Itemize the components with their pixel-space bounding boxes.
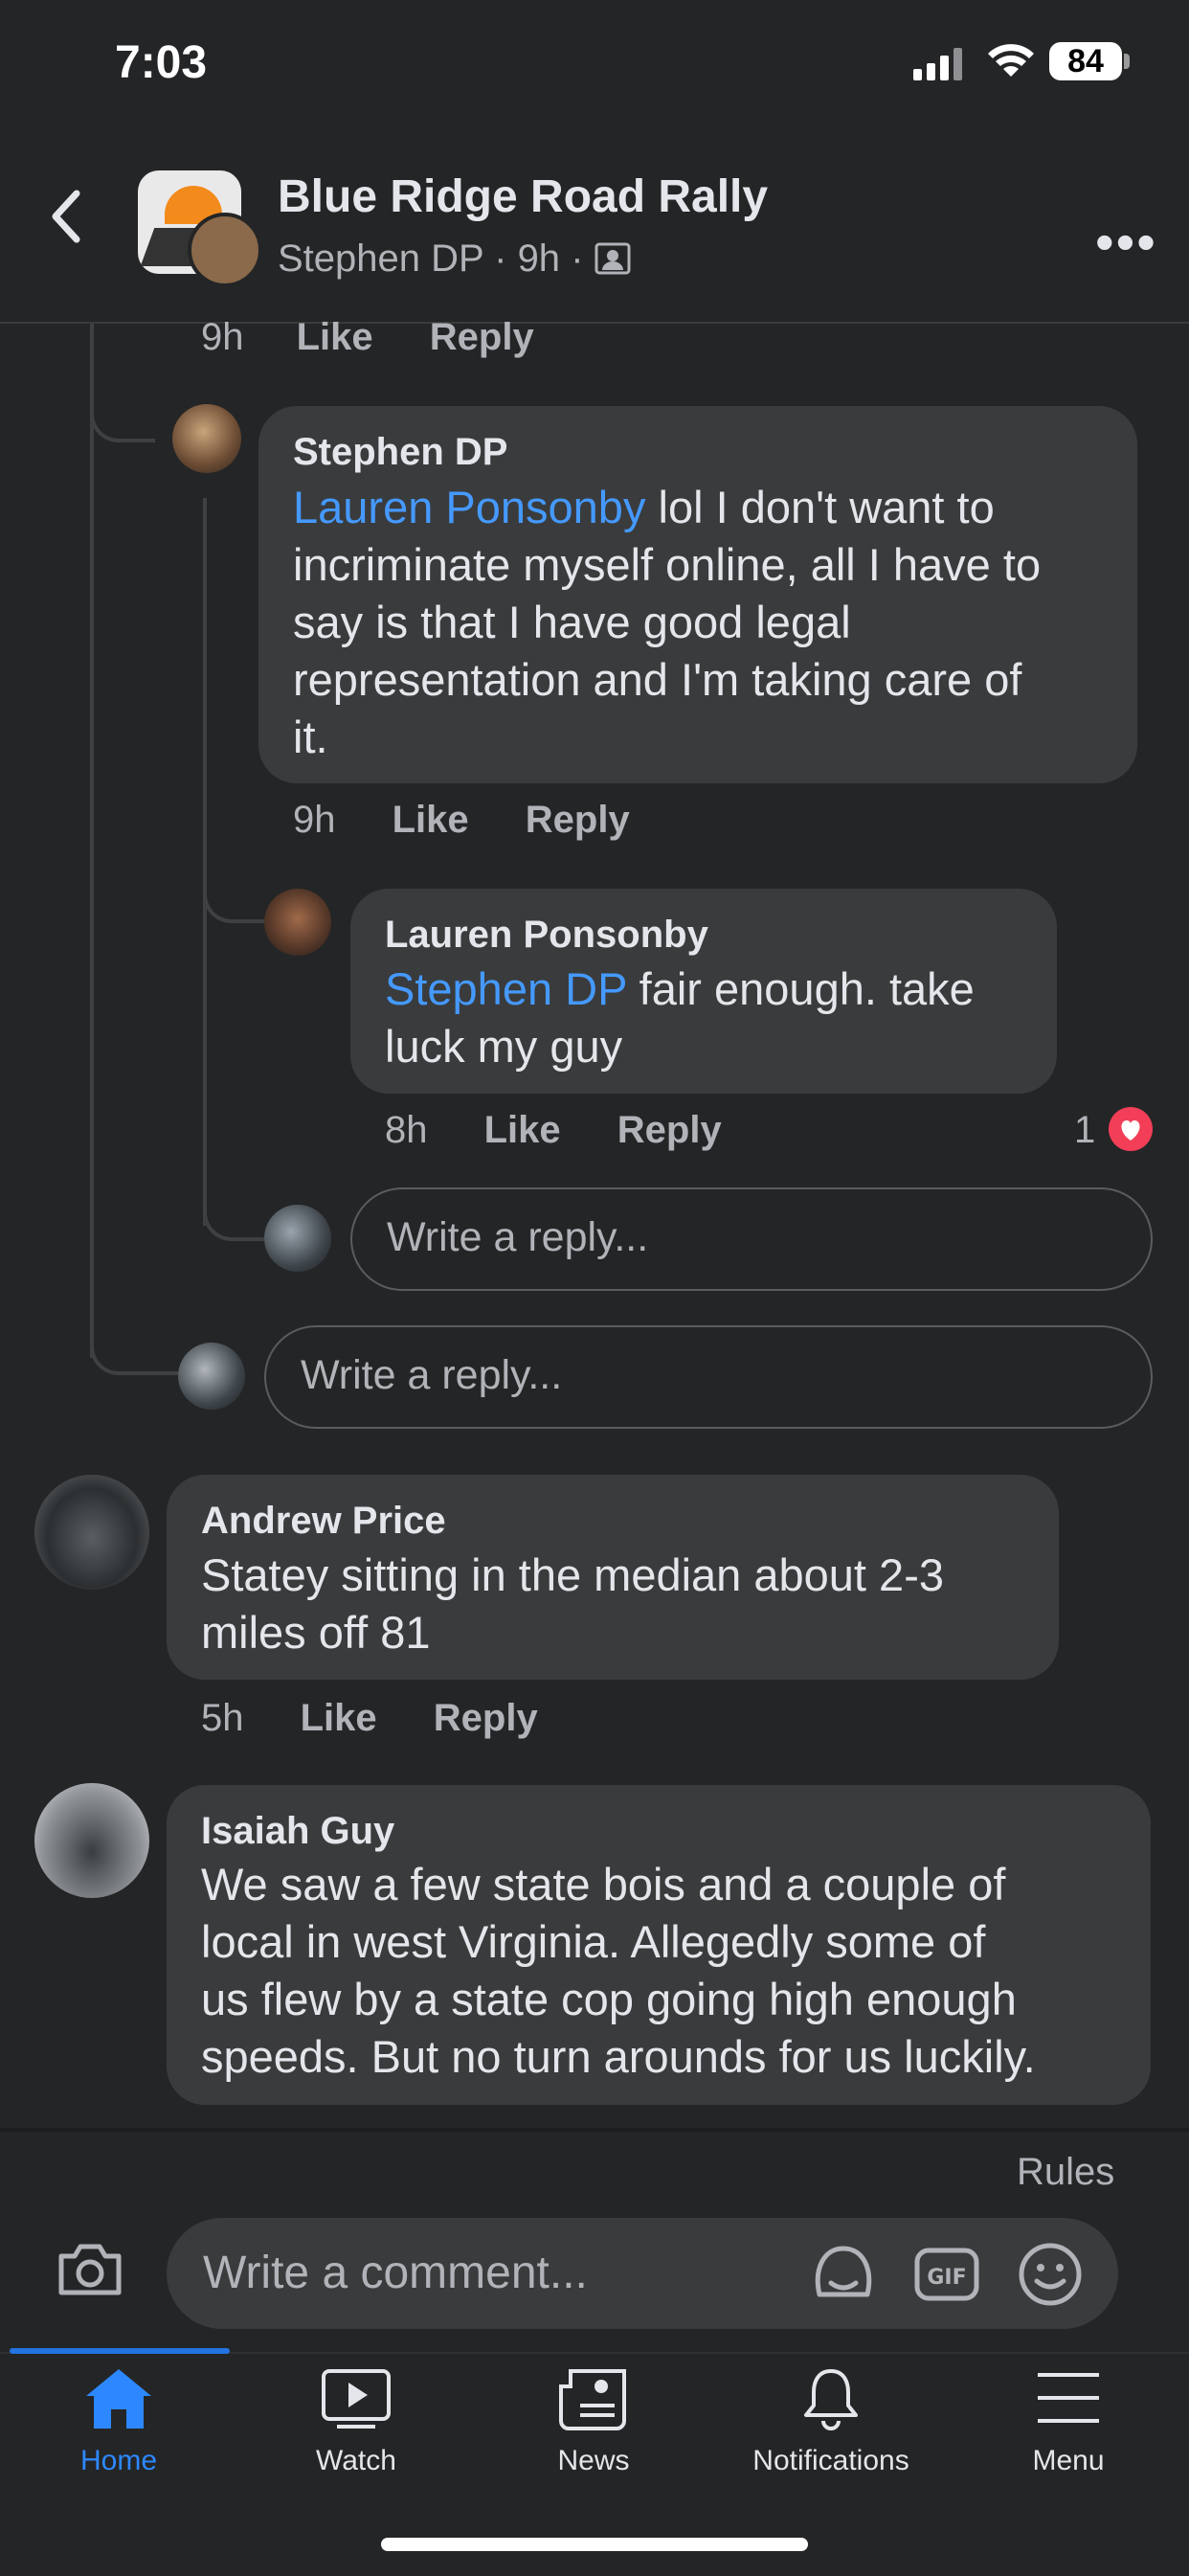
reply-button[interactable]: Reply <box>430 316 534 358</box>
mention-link[interactable]: Lauren Ponsonby <box>293 482 645 532</box>
comment-time: 8h <box>385 1109 428 1151</box>
comment-author[interactable]: Stephen DP <box>293 431 507 474</box>
reply-input[interactable]: Write a reply... <box>264 1325 1153 1429</box>
comment-meta: 5h Like Reply <box>201 1697 538 1740</box>
my-avatar <box>264 1205 331 1272</box>
reply-button[interactable]: Reply <box>617 1109 722 1151</box>
wifi-icon <box>988 44 1034 77</box>
comment-meta: 9h Like Reply <box>201 316 534 359</box>
like-button[interactable]: Like <box>301 1697 377 1739</box>
avatar[interactable] <box>34 1783 149 1898</box>
mention-link[interactable]: Stephen DP <box>385 963 627 1014</box>
post-subtitle: Stephen DP · 9h · <box>278 237 631 281</box>
bell-icon <box>804 2369 858 2430</box>
text-line: us flew by a state cop going high enough <box>201 1974 1017 2024</box>
comment-text: Stephen DP fair enough. take luck my guy <box>385 960 1045 1075</box>
rules-link[interactable]: Rules <box>1017 2151 1114 2194</box>
battery-indicator: 84 <box>1049 42 1122 80</box>
tab-menu[interactable]: Menu <box>973 2365 1164 2477</box>
tab-label: Menu <box>1032 2445 1105 2476</box>
tab-home[interactable]: Home <box>23 2365 214 2477</box>
separator: · <box>494 237 507 280</box>
text-line: incriminate myself online, all I have to <box>293 539 1042 590</box>
home-icon <box>86 2369 151 2429</box>
reply-input[interactable]: Write a reply... <box>350 1187 1153 1291</box>
text-line: We saw a few state bois and a couple of <box>201 1859 1006 1909</box>
text-line: lol I don't want to <box>645 482 995 532</box>
avatar[interactable] <box>172 404 241 473</box>
tab-label: Notifications <box>752 2445 909 2476</box>
thread-connector <box>90 1322 180 1375</box>
thread-connector <box>203 871 268 923</box>
separator: · <box>571 237 584 280</box>
text-line: local in west Virginia. Allegedly some o… <box>201 1916 986 1967</box>
tab-notifications[interactable]: Notifications <box>735 2365 927 2477</box>
menu-icon <box>1038 2373 1099 2423</box>
tab-news[interactable]: News <box>498 2365 689 2477</box>
author-mini-avatar[interactable] <box>188 213 262 287</box>
more-options-icon[interactable]: ••• <box>1095 211 1157 273</box>
comment-text: Lauren Ponsonby lol I don't want to incr… <box>293 479 1126 766</box>
back-chevron-icon[interactable] <box>46 188 84 245</box>
thread-connector <box>203 1187 268 1241</box>
gif-icon[interactable]: GIF <box>913 2241 980 2308</box>
text-line: speeds. But no turn arounds for us lucki… <box>201 2031 1036 2082</box>
reply-button[interactable]: Reply <box>434 1697 538 1739</box>
like-button[interactable]: Like <box>393 799 469 841</box>
tab-label: Home <box>79 2445 158 2476</box>
camera-icon[interactable] <box>56 2241 124 2298</box>
reply-button[interactable]: Reply <box>526 799 630 841</box>
tab-label: News <box>557 2445 630 2476</box>
comment-author[interactable]: Andrew Price <box>201 1500 446 1543</box>
comment-time: 9h <box>293 799 336 841</box>
text-line: luck my guy <box>385 1021 623 1072</box>
active-tab-indicator <box>10 2348 230 2354</box>
text-line: miles off 81 <box>201 1607 431 1658</box>
my-avatar <box>178 1343 245 1410</box>
like-button[interactable]: Like <box>297 316 373 358</box>
tab-watch[interactable]: Watch <box>260 2365 452 2477</box>
text-line: Statey sitting in the median about 2-3 <box>201 1549 944 1600</box>
tab-label: Watch <box>316 2445 396 2476</box>
avatar-sticker-icon[interactable] <box>810 2241 877 2308</box>
comment-time: 9h <box>201 316 244 358</box>
comment-time: 5h <box>201 1697 244 1739</box>
text-line: representation and I'm taking care of <box>293 654 1022 705</box>
heart-reaction-icon[interactable] <box>1109 1107 1153 1151</box>
text-line: say is that I have good legal <box>293 597 851 647</box>
news-icon <box>559 2369 626 2430</box>
reaction-count[interactable]: 1 <box>1074 1109 1095 1152</box>
like-button[interactable]: Like <box>484 1109 561 1151</box>
svg-text:GIF: GIF <box>927 2266 966 2290</box>
thread-line-inner <box>203 498 207 1226</box>
avatar[interactable] <box>264 889 331 956</box>
group-title[interactable]: Blue Ridge Road Rally <box>278 170 768 223</box>
cellular-signal-icon <box>913 48 962 80</box>
post-author[interactable]: Stephen DP <box>278 237 483 280</box>
emoji-icon[interactable] <box>1017 2241 1084 2308</box>
watch-icon <box>322 2369 391 2429</box>
status-time: 7:03 <box>115 37 208 88</box>
battery-tip <box>1124 54 1130 69</box>
comment-text: We saw a few state bois and a couple of … <box>201 1856 1149 2086</box>
avatar[interactable] <box>34 1475 149 1590</box>
text-line: fair enough. take <box>626 963 975 1014</box>
text-line: it. <box>293 712 328 762</box>
comment-author[interactable]: Isaiah Guy <box>201 1810 394 1853</box>
group-members-icon <box>594 242 631 275</box>
comment-text: Statey sitting in the median about 2-3 m… <box>201 1547 1043 1661</box>
comment-meta: 8h Like Reply <box>385 1109 722 1152</box>
thread-line-outer <box>90 324 94 1358</box>
comment-meta: 9h Like Reply <box>293 799 630 842</box>
post-time: 9h <box>517 237 561 280</box>
thread-connector <box>90 393 155 442</box>
home-indicator[interactable] <box>381 2538 808 2551</box>
comment-author[interactable]: Lauren Ponsonby <box>385 914 708 957</box>
